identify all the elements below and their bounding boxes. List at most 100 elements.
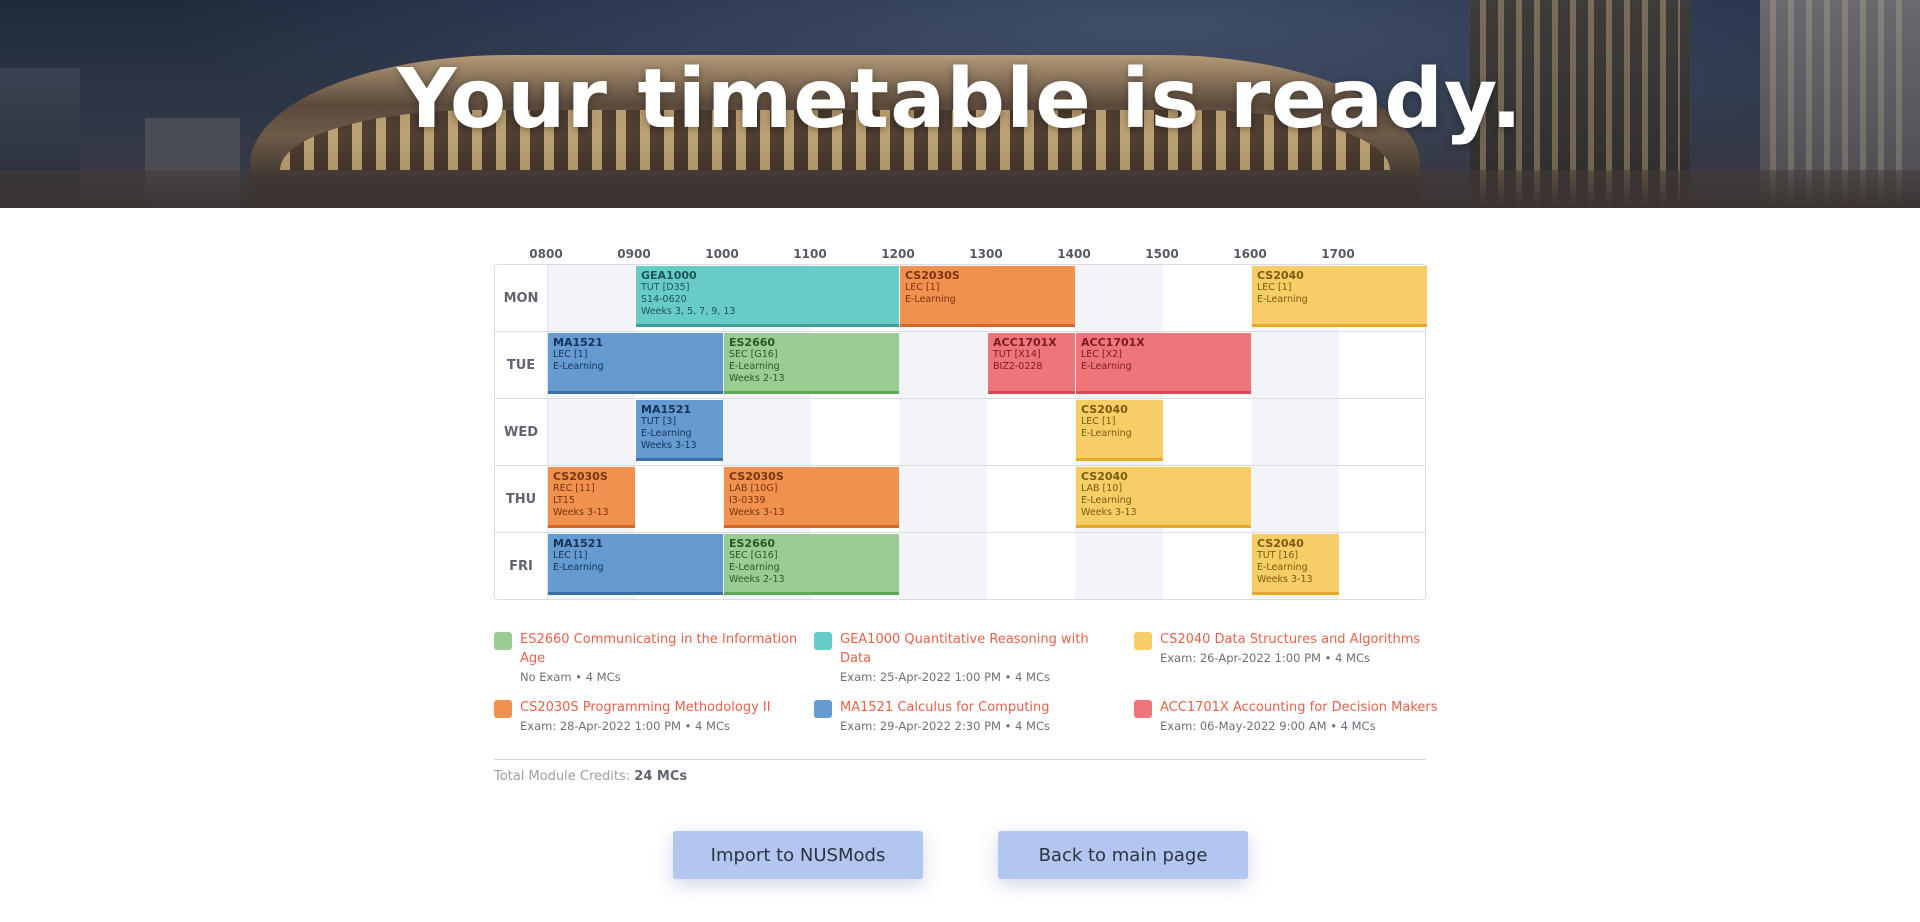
lesson-block-ma1521[interactable]: MA1521 LEC [1] E-Learning [548, 333, 723, 394]
lesson-detail: LT15 [553, 495, 575, 506]
lesson-detail: E-Learning [1257, 294, 1308, 305]
hour-label: 0800 [529, 247, 563, 261]
lesson-block-cs2030s[interactable]: CS2030S LEC [1] E-Learning [900, 266, 1075, 327]
day-label: MON [495, 265, 548, 331]
module-color-swatch[interactable] [814, 632, 832, 650]
lesson-detail: SEC [G16] [729, 349, 778, 360]
lesson-block-ma1521[interactable]: MA1521 LEC [1] E-Learning [548, 534, 723, 595]
lesson-block-cs2030s[interactable]: CS2030S LAB [10G] I3-0339 Weeks 3-13 [724, 467, 899, 528]
module-title-link[interactable]: GEA1000 Quantitative Reasoning with Data [840, 630, 1120, 668]
module-exam-info: Exam: 06-May-2022 9:00 AM • 4 MCs [1160, 719, 1376, 733]
import-to-nusmods-button[interactable]: Import to NUSMods [673, 831, 923, 879]
module-title-link[interactable]: MA1521 Calculus for Computing [840, 698, 1120, 717]
lesson-code: ES2660 [729, 336, 776, 349]
lesson-detail: S14-0620 [641, 294, 687, 305]
module-exam-info: Exam: 26-Apr-2022 1:00 PM • 4 MCs [1160, 651, 1370, 665]
lesson-block-es2660[interactable]: ES2660 SEC [G16] E-Learning Weeks 2-13 [724, 534, 899, 595]
hour-column-shade [1075, 265, 1163, 331]
lesson-detail: Weeks 3-13 [729, 507, 785, 518]
lesson-detail: E-Learning [1081, 428, 1132, 439]
module-color-swatch[interactable] [494, 700, 512, 718]
timetable-grid: MON GEA1000 TUT [D35] S14-0620 Weeks 3, 5, 7… [494, 264, 1427, 600]
lesson-block-cs2040[interactable]: CS2040 LEC [1] E-Learning [1076, 400, 1163, 461]
hour-column-shade [899, 466, 987, 532]
lesson-detail: E-Learning [905, 294, 956, 305]
lesson-block-cs2030s[interactable]: CS2030S REC [11] LT15 Weeks 3-13 [548, 467, 635, 528]
lesson-code: MA1521 [553, 336, 604, 349]
hour-label: 1400 [1057, 247, 1091, 261]
day-label: TUE [495, 332, 548, 398]
lesson-code: CS2040 [1257, 537, 1304, 550]
hour-label: 0900 [617, 247, 651, 261]
lesson-detail: LAB [10G] [729, 483, 778, 494]
lesson-detail: TUT [3] [641, 416, 677, 427]
day-row-fri: FRI MA1521 LEC [1] E-Learning ES2660 SEC [G16… [495, 533, 1425, 599]
lesson-code: GEA1000 [641, 269, 697, 282]
hour-label: 1600 [1233, 247, 1267, 261]
timetable-hour-header: 0800 0900 1000 1100 1200 1300 1400 1500 1600 1700 [494, 244, 1426, 264]
lesson-block-cs2040[interactable]: CS2040 LAB [10] E-Learning Weeks 3-13 [1076, 467, 1251, 528]
lesson-code: MA1521 [641, 403, 692, 416]
total-credits-value: 24 MCs [634, 769, 688, 784]
day-label: WED [495, 399, 548, 465]
lesson-code: ACC1701X [1081, 336, 1145, 349]
lesson-code: CS2030S [553, 470, 608, 483]
module-exam-info: No Exam • 4 MCs [520, 670, 621, 684]
lesson-detail: LEC [1] [1257, 282, 1292, 293]
lesson-detail: REC [11] [553, 483, 595, 494]
lesson-detail: TUT [D35] [641, 282, 690, 293]
lesson-block-cs2040[interactable]: CS2040 LEC [1] E-Learning [1252, 266, 1427, 327]
lesson-block-acc1701x[interactable]: ACC1701X TUT [X14] BIZ2-0228 [988, 333, 1075, 394]
day-label: FRI [495, 533, 548, 599]
lesson-detail: I3-0339 [729, 495, 766, 506]
lesson-detail: LEC [1] [553, 550, 588, 561]
lesson-detail: BIZ2-0228 [993, 361, 1043, 372]
day-row-tue: TUE MA1521 LEC [1] E-Learning ES2660 SEC [G16… [495, 332, 1425, 399]
lesson-detail: E-Learning [729, 562, 780, 573]
hour-column-shade [547, 399, 635, 465]
day-row-mon: MON GEA1000 TUT [D35] S14-0620 Weeks 3, 5, 7… [495, 265, 1427, 332]
module-title-link[interactable]: CS2030S Programming Methodology II [520, 698, 800, 717]
lesson-block-acc1701x[interactable]: ACC1701X LEC [X2] E-Learning [1076, 333, 1251, 394]
module-color-swatch[interactable] [1134, 700, 1152, 718]
timetable: 0800 0900 1000 1100 1200 1300 1400 1500 1600 1700… [494, 244, 1427, 600]
lesson-block-gea1000[interactable]: GEA1000 TUT [D35] S14-0620 Weeks 3, 5, 7, 9… [636, 266, 899, 327]
module-title-link[interactable]: ACC1701X Accounting for Decision Makers [1160, 698, 1440, 717]
lesson-code: CS2040 [1081, 470, 1128, 483]
lesson-block-cs2040[interactable]: CS2040 TUT [16] E-Learning Weeks 3-13 [1252, 534, 1339, 595]
lesson-block-ma1521[interactable]: MA1521 TUT [3] E-Learning Weeks 3-13 [636, 400, 723, 461]
lesson-detail: E-Learning [1257, 562, 1308, 573]
hour-column-shade [1251, 399, 1339, 465]
module-title-link[interactable]: CS2040 Data Structures and Algorithms [1160, 630, 1440, 649]
hour-label: 1300 [969, 247, 1003, 261]
day-row-wed: WED MA1521 TUT [3] E-Learning Weeks 3-13 CS20… [495, 399, 1425, 466]
lesson-detail: Weeks 3-13 [1081, 507, 1137, 518]
lesson-detail: E-Learning [553, 562, 604, 573]
lesson-detail: TUT [16] [1257, 550, 1299, 561]
hour-label: 1000 [705, 247, 739, 261]
lesson-detail: Weeks 2-13 [729, 574, 785, 585]
hour-column-shade [723, 399, 811, 465]
lesson-detail: SEC [G16] [729, 550, 778, 561]
lesson-detail: E-Learning [641, 428, 692, 439]
lesson-detail: LAB [10] [1081, 483, 1123, 494]
hour-column-shade [1075, 533, 1163, 599]
lesson-detail: LEC [1] [905, 282, 940, 293]
lesson-detail: E-Learning [1081, 495, 1132, 506]
back-to-main-page-button[interactable]: Back to main page [998, 831, 1248, 879]
lesson-code: CS2040 [1081, 403, 1128, 416]
lesson-code: CS2030S [905, 269, 960, 282]
hour-column-shade [899, 399, 987, 465]
hour-column-shade [1251, 466, 1339, 532]
module-color-swatch[interactable] [814, 700, 832, 718]
module-color-swatch[interactable] [494, 632, 512, 650]
day-row-thu: THU CS2030S REC [11] LT15 Weeks 3-13 CS2030S L… [495, 466, 1425, 533]
hour-column-shade [547, 265, 635, 331]
module-color-swatch[interactable] [1134, 632, 1152, 650]
module-title-link[interactable]: ES2660 Communicating in the Information … [520, 630, 800, 668]
divider [494, 759, 1426, 760]
lesson-code: CS2040 [1257, 269, 1304, 282]
lesson-detail: E-Learning [553, 361, 604, 372]
lesson-block-es2660[interactable]: ES2660 SEC [G16] E-Learning Weeks 2-13 [724, 333, 899, 394]
lesson-detail: E-Learning [1081, 361, 1132, 372]
